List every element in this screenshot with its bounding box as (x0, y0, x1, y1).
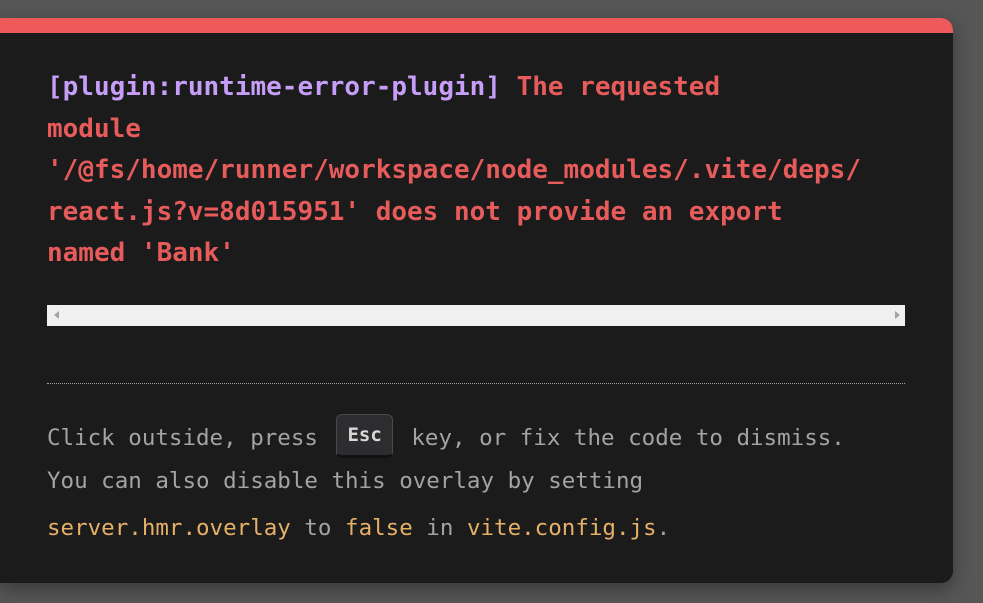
scroll-left-arrow-icon[interactable] (54, 311, 59, 319)
scroll-right-arrow-icon[interactable] (895, 311, 900, 319)
accent-top-bar (0, 18, 953, 33)
in-word: in (412, 515, 467, 541)
horizontal-scrollbar[interactable] (47, 305, 905, 326)
tip-suffix: key, or fix the code to dismiss. (397, 425, 845, 451)
setting-code: server.hmr.overlay (47, 515, 291, 541)
error-text-line-5: named 'Bank' (47, 238, 235, 268)
false-code: false (345, 515, 413, 541)
error-message: [plugin:runtime-error-plugin] The reques… (47, 67, 905, 275)
dismiss-tip: Click outside, press Esc key, or fix the… (47, 413, 947, 460)
error-text-line-2: module (47, 113, 141, 144)
error-text-line-4: react.js?v=8d015951' does not provide an… (47, 196, 783, 227)
error-text-line-3: '/@fs/home/runner/workspace/node_modules… (47, 155, 861, 185)
disable-tip: You can also disable this overlay by set… (47, 468, 644, 494)
to-word: to (290, 515, 346, 541)
period: . (656, 515, 671, 541)
dotted-divider (47, 383, 905, 384)
tip-prefix: Click outside, press (47, 425, 332, 451)
error-text-line-1: The requested (500, 72, 721, 102)
error-overlay: [plugin:runtime-error-plugin] The reques… (0, 18, 953, 583)
esc-key: Esc (336, 413, 393, 458)
config-file-code: vite.config.js (466, 515, 657, 541)
plugin-label: [plugin:runtime-error-plugin] (47, 72, 501, 102)
config-tip: server.hmr.overlay to false in vite.conf… (47, 513, 947, 543)
